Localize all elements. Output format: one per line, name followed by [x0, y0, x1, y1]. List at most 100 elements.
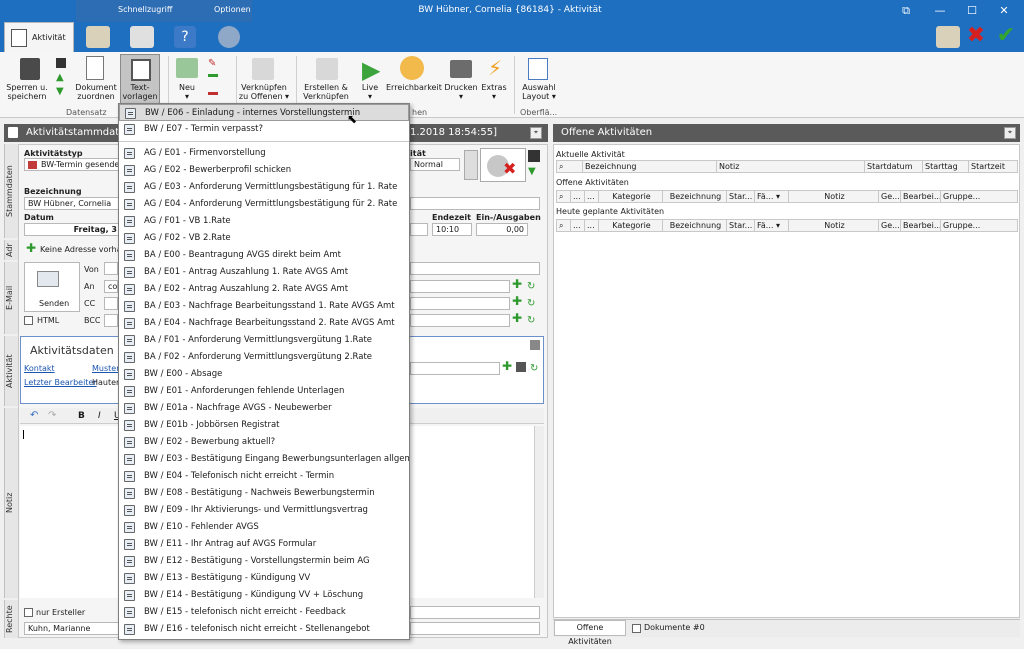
remove-icon[interactable] — [208, 92, 218, 95]
template-menu-item[interactable]: BA / E04 - Nachfrage Bearbeitungsstand 2… — [119, 315, 409, 332]
template-menu-item[interactable]: AG / F01 - VB 1.Rate — [119, 213, 409, 230]
rechte-field-end-1[interactable] — [410, 606, 540, 619]
template-menu-item[interactable]: BA / E01 - Antrag Auszahlung 1. Rate AVG… — [119, 264, 409, 281]
template-menu-item[interactable]: BW / E02 - Bewerbung aktuell? — [119, 434, 409, 451]
binoculars-icon[interactable] — [516, 362, 526, 372]
add-contact-icon[interactable]: ✚ — [502, 359, 512, 373]
col-notiz[interactable]: Notiz — [789, 191, 879, 202]
right-pin-icon[interactable]: ⌖ — [1004, 127, 1016, 139]
pin-icon[interactable]: ⌖ — [530, 127, 542, 139]
col-starttag[interactable]: Starttag — [923, 161, 969, 172]
template-menu-item[interactable]: AG / E04 - Anforderung Vermittlungsbestä… — [119, 196, 409, 213]
verknuepfen-button[interactable]: Verknüpfen zu Offenen ▾ — [238, 83, 290, 101]
template-menu-item[interactable]: BW / E15 - telefonisch nicht erreicht - … — [119, 604, 409, 621]
template-menu-item[interactable]: BA / E03 - Nachfrage Bearbeitungsstand 1… — [119, 298, 409, 315]
einausgaben-field[interactable]: 0,00 — [476, 223, 528, 236]
template-menu-item[interactable]: BW / E01 - Anforderungen fehlende Unterl… — [119, 383, 409, 400]
extras-button[interactable]: Extras ▾ — [480, 83, 508, 101]
kontakt-link[interactable]: Kontakt — [24, 364, 55, 373]
template-menu-item[interactable]: BW / E11 - Ihr Antrag auf AVGS Formular — [119, 536, 409, 553]
template-menu-item[interactable]: AG / F02 - VB 2.Rate — [119, 230, 409, 247]
von-field[interactable] — [104, 262, 118, 275]
col-bezeichnung[interactable]: Bezeichnung — [663, 220, 727, 231]
bezeichnung-field-end[interactable] — [410, 197, 540, 210]
col-bearbeiter[interactable]: Bearbei... — [901, 191, 941, 202]
cc-field-end[interactable] — [410, 297, 510, 310]
search-icon[interactable]: ⌕ — [557, 220, 571, 231]
col-faellig[interactable]: Fä... ▾ — [755, 220, 789, 231]
refresh-cc-icon[interactable]: ↻ — [527, 298, 535, 309]
endezeit-field[interactable]: 10:10 — [432, 223, 472, 236]
template-menu-item[interactable]: BW / E10 - Fehlender AVGS — [119, 519, 409, 536]
template-menu-item[interactable]: BW / E04 - Telefonisch nicht erreicht - … — [119, 468, 409, 485]
template-menu-item[interactable]: AG / E02 - Bewerberprofil schicken — [119, 162, 409, 179]
quick-access-icon-2[interactable] — [130, 26, 154, 48]
add-recipient-an-icon[interactable]: ✚ — [512, 277, 522, 291]
save-icon[interactable] — [528, 150, 540, 162]
kontakt-field-end[interactable] — [410, 362, 500, 375]
side-tab-adr[interactable]: Adr — [4, 240, 18, 260]
options-label[interactable]: Optionen — [214, 5, 251, 14]
col-dots-2[interactable]: ... — [585, 220, 599, 231]
tab-offene-aktivitaeten[interactable]: Offene Aktivitäten — [554, 620, 626, 646]
letzter-bearbeiter-link[interactable]: Letzter Bearbeiter — [24, 378, 97, 387]
bold-button[interactable]: B — [78, 411, 85, 421]
col-kategorie[interactable]: Kategorie — [599, 220, 663, 231]
template-menu-item[interactable]: AG / E01 - Firmenvorstellung — [119, 145, 409, 162]
template-menu-item[interactable]: BW / E06 - Einladung - internes Vorstell… — [119, 104, 409, 121]
drucken-button[interactable]: Drucken ▾ — [444, 83, 478, 101]
textvorlagen-button[interactable]: Text- vorlagen ▾ — [120, 54, 160, 110]
von-field-end[interactable] — [410, 262, 540, 275]
search-icon[interactable]: ⌕ — [557, 191, 571, 202]
editor-scrollbar[interactable] — [534, 426, 544, 598]
user-icon[interactable] — [464, 150, 478, 180]
html-checkbox[interactable] — [24, 316, 33, 325]
undo-icon[interactable]: ↶ — [30, 410, 38, 421]
template-menu-item[interactable]: BW / E14 - Bestätigung - Kündigung VV + … — [119, 587, 409, 604]
an-field[interactable]: corn — [104, 280, 118, 293]
side-tab-aktivitaet[interactable]: Aktivität — [4, 336, 18, 406]
col-startdatum[interactable]: Startdatum — [865, 161, 923, 172]
confirm-check-icon[interactable]: ✔ — [994, 24, 1018, 48]
bcc-field-end[interactable] — [410, 314, 510, 327]
refresh-contact-icon[interactable]: ↻ — [530, 363, 538, 374]
help-icon[interactable]: ? — [174, 26, 196, 48]
col-gruppe[interactable]: Gruppe... — [941, 191, 981, 202]
side-tab-stammdaten[interactable]: Stammdaten — [4, 144, 18, 238]
rechte-field-end-2[interactable] — [410, 622, 540, 635]
neu-button[interactable]: Neu ▾ — [172, 83, 202, 101]
tab-dokumente[interactable]: Dokumente #0 — [644, 623, 705, 632]
template-menu-item[interactable]: BA / E02 - Antrag Auszahlung 2. Rate AVG… — [119, 281, 409, 298]
rechte-user-field[interactable]: Kuhn, Marianne — [24, 622, 120, 635]
kontakt-value[interactable]: Muster — [92, 364, 120, 373]
col-ge[interactable]: Ge... — [879, 191, 901, 202]
prioritaet-field[interactable]: Normal — [410, 158, 460, 171]
refresh-bcc-icon[interactable]: ↻ — [527, 315, 535, 326]
template-menu-item[interactable]: BW / E08 - Bestätigung - Nachweis Bewerb… — [119, 485, 409, 502]
minimize-button[interactable]: — — [928, 2, 952, 20]
close-button[interactable]: ✕ — [992, 2, 1016, 20]
add-address-icon[interactable]: ✚ — [26, 241, 36, 255]
template-menu-item[interactable]: BW / E00 - Absage — [119, 366, 409, 383]
col-gruppe[interactable]: Gruppe... — [941, 220, 981, 231]
aktivitaetstyp-field[interactable]: BW-Termin gesendet — [24, 158, 120, 171]
an-field-end[interactable] — [410, 280, 510, 293]
search-icon[interactable]: ⌕ — [557, 161, 583, 172]
col-dots-1[interactable]: ... — [571, 220, 585, 231]
italic-button[interactable]: I — [98, 411, 101, 421]
col-dots-2[interactable]: ... — [585, 191, 599, 202]
col-kategorie[interactable]: Kategorie — [599, 191, 663, 202]
template-menu-item[interactable]: BW / E03 - Bestätigung Eingang Bewerbung… — [119, 451, 409, 468]
col-notiz[interactable]: Notiz — [717, 161, 865, 172]
template-menu-item[interactable]: BW / E09 - Ihr Aktivierungs- und Vermitt… — [119, 502, 409, 519]
save-icon[interactable] — [56, 58, 66, 68]
notebook-icon[interactable] — [936, 26, 960, 48]
template-menu-item[interactable]: BW / E01a - Nachfrage AVGS - Neubewerber — [119, 400, 409, 417]
redo-icon[interactable]: ↷ — [48, 410, 56, 421]
tab-aktivitaet[interactable]: Aktivität — [4, 22, 74, 52]
col-bezeichnung[interactable]: Bezeichnung — [663, 191, 727, 202]
live-button[interactable]: Live ▾ — [356, 83, 384, 101]
dokument-zuordnen-button[interactable]: Dokument zuordnen — [74, 83, 118, 101]
template-menu-item[interactable]: AG / E03 - Anforderung Vermittlungsbestä… — [119, 179, 409, 196]
sperren-speichern-button[interactable]: Sperren u. speichern — [4, 83, 50, 101]
